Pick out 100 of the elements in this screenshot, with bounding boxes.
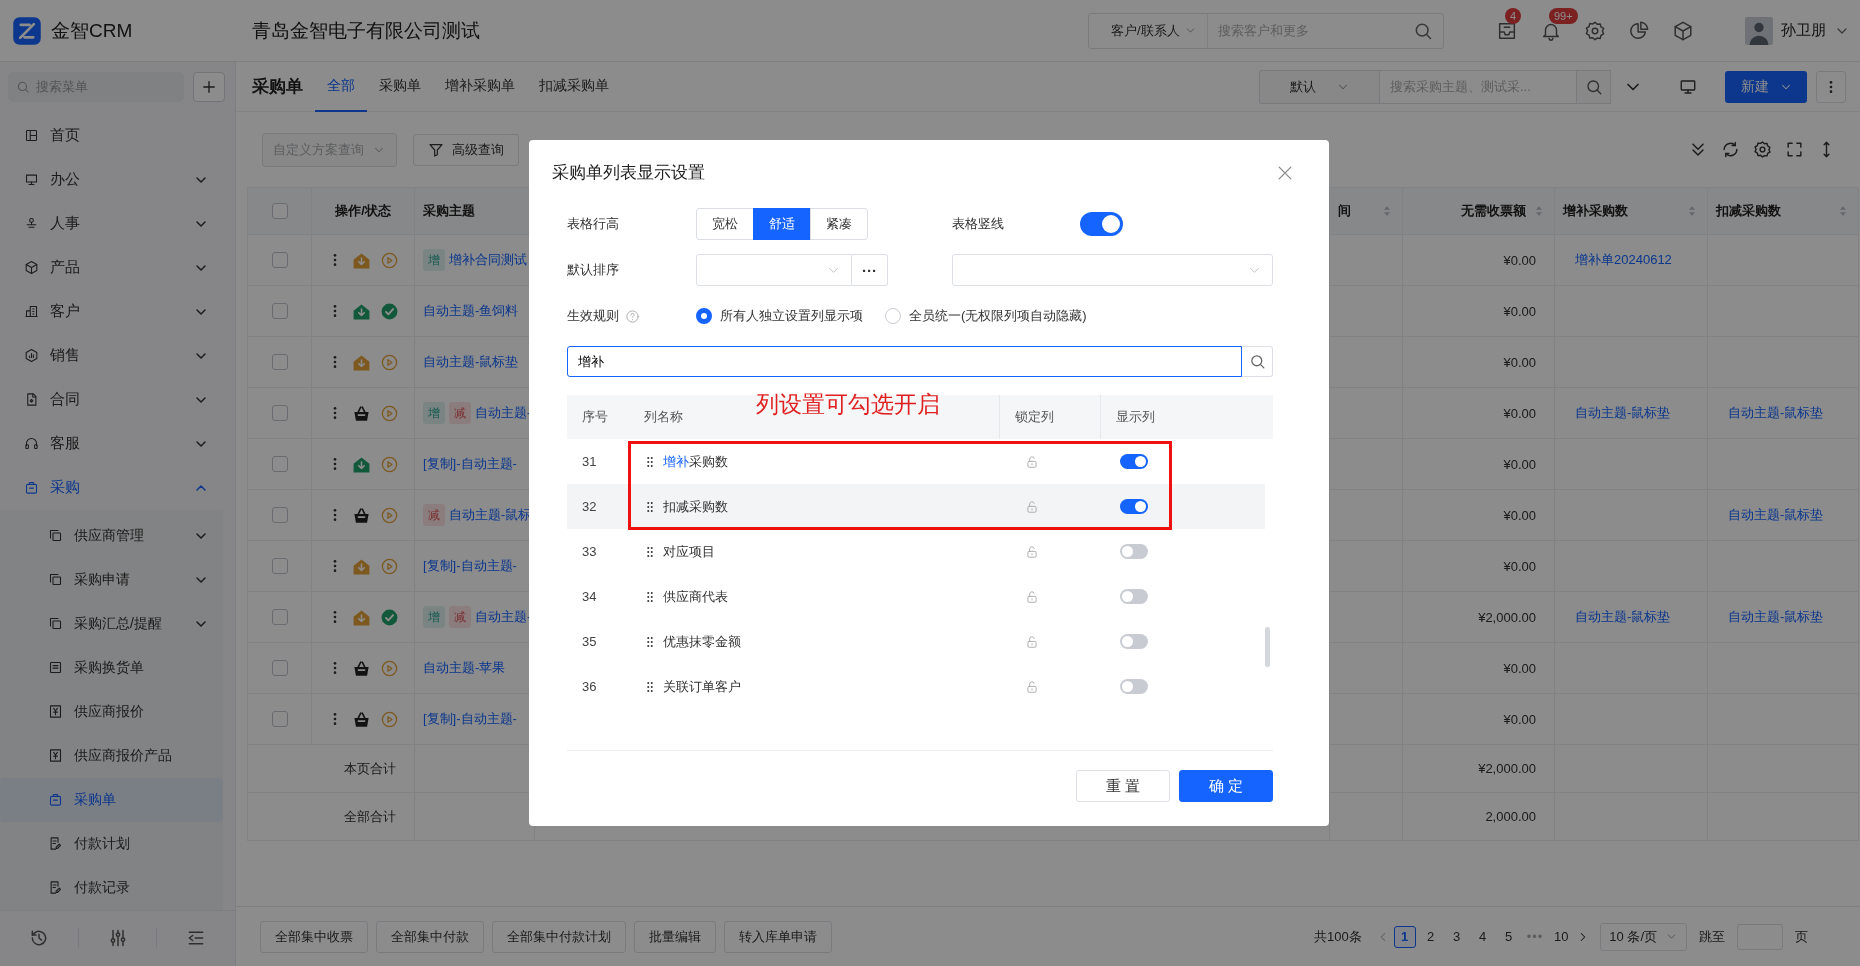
subject-link[interactable]: 自动主题- [475,608,532,626]
menu-item[interactable]: 销售 [0,333,235,378]
menu-item[interactable]: 人事 [0,201,235,246]
row-highlight[interactable]: 32 扣减采购数 [567,484,1265,529]
order-link[interactable]: 增补单20240612 [1575,251,1672,269]
subject-link[interactable]: 自动主题-苹果 [423,659,506,677]
checkbox[interactable] [271,609,288,625]
menu-item[interactable]: 供应商管理 [0,513,223,558]
radio-option[interactable]: 全员统一(无权限列项自动隐藏) [885,307,1087,325]
toggle-switch[interactable] [1120,544,1148,559]
checkbox[interactable] [271,507,288,523]
subject-link[interactable]: 自动主题-鼠标垫 [423,353,519,371]
column-header[interactable]: 间 [1330,188,1403,235]
toggle-switch[interactable] [1120,454,1148,469]
checkbox[interactable] [271,711,288,727]
settings-icon[interactable] [1584,19,1606,42]
search-button[interactable] [1577,69,1611,104]
bag-icon [24,480,39,496]
column-header[interactable]: 增补采购数 [1555,188,1708,235]
subject-link[interactable]: 自动主题- [475,404,532,422]
subject-link[interactable]: [复制]-自动主题- [423,710,517,728]
toggle-switch[interactable] [1120,634,1148,649]
toggle-switch[interactable] [1120,679,1148,694]
menu-item[interactable]: 采购申请 [0,557,223,602]
confirm-button[interactable]: 确 定 [1179,770,1273,802]
page-number[interactable]: 3 [1445,925,1468,948]
view-select[interactable]: 默认 [1259,69,1379,104]
order-link[interactable]: 自动主题-鼠标垫 [1575,404,1671,422]
checkbox[interactable] [271,303,288,319]
toggle-switch[interactable] [1120,499,1148,514]
advanced-search-button[interactable]: 高级查询 [413,133,519,166]
scrollbar[interactable] [1265,627,1270,667]
column-header[interactable]: 扣减采购数 [1708,188,1859,235]
menu-item[interactable]: 客户 [0,289,235,334]
segment-option[interactable]: 宽松 [696,208,754,240]
reset-button[interactable]: 重 置 [1076,770,1170,802]
more-button[interactable]: ··· [852,254,888,286]
column-header[interactable]: 无需收票额 [1403,188,1555,235]
menu-item[interactable]: 首页 [0,113,235,158]
checkbox[interactable] [271,558,288,574]
menu-item[interactable]: 合同 [0,377,235,422]
checkbox[interactable] [271,660,288,676]
checkbox[interactable] [271,252,288,268]
checkbox[interactable] [271,405,288,421]
tab[interactable]: 增补采购单 [433,61,527,112]
menu-item[interactable]: 产品 [0,245,235,290]
column-search-field[interactable]: 增补 [567,346,1242,377]
menu-item[interactable]: 客服 [0,421,235,466]
monitor-icon[interactable] [1679,77,1697,96]
action-button[interactable]: 全部集中付款 [376,920,484,953]
menu-item[interactable]: 供应商报价 [0,689,223,734]
radio-button[interactable] [696,308,712,324]
page-size-select[interactable]: 10 条/页 [1600,922,1687,951]
order-link[interactable]: 自动主题-鼠标垫 [1728,404,1824,422]
page-number[interactable]: 1 [1393,925,1416,948]
menu-item[interactable]: 采购单 [0,777,223,822]
pie-chart-icon[interactable] [1628,19,1650,42]
menu-item[interactable]: 采购 [0,465,235,510]
menu-item[interactable]: 付款计划 [0,821,223,866]
subject-link[interactable]: [复制]-自动主题- [423,455,517,473]
page-number[interactable]: 5 [1497,925,1520,948]
subject-link[interactable]: [复制]-自动主题- [423,557,517,575]
action-button[interactable]: 全部集中付款计划 [492,920,626,953]
checkbox[interactable] [271,203,288,219]
page-number[interactable]: 2 [1419,925,1442,948]
subject-link[interactable]: 增补合同测试 [449,251,527,269]
scope-select[interactable]: 客户/联系人 [1089,13,1208,48]
order-link[interactable]: 自动主题-鼠标垫 [1575,608,1671,626]
checkbox[interactable] [271,456,288,472]
action-button[interactable]: 全部集中收票 [260,920,368,953]
order-link[interactable]: 自动主题-鼠标垫 [1728,608,1824,626]
checkbox[interactable] [271,354,288,370]
fullscreen-icon[interactable] [1785,139,1804,159]
menu-item[interactable]: 采购汇总/提醒 [0,601,223,646]
toggle-switch[interactable] [1080,212,1123,236]
menu-item[interactable]: 供应商报价产品 [0,733,223,778]
settings-icon[interactable] [1753,139,1772,159]
search-button[interactable] [1242,346,1273,377]
cube-icon[interactable] [1672,19,1694,42]
segment-option[interactable]: 舒适 [753,208,811,240]
action-button[interactable]: 批量编辑 [634,920,716,953]
page-number[interactable]: 10 [1550,925,1573,948]
order-link[interactable]: 自动主题-鼠标垫 [1728,506,1824,524]
menu-item[interactable]: 办公 [0,157,235,202]
refresh-icon[interactable] [1721,139,1740,159]
tab[interactable]: 采购单 [367,61,433,112]
new-button[interactable]: 新建 [1725,70,1807,103]
subject-link[interactable]: 自动主题-鼠标 [449,506,532,524]
subject-link[interactable]: 自动主题-鱼饲料 [423,302,519,320]
tab[interactable]: 扣减采购单 [527,61,621,112]
user-name[interactable]: 孙卫朋 [1781,21,1826,40]
radio-option[interactable]: 所有人独立设置列显示项 [696,307,863,325]
tab[interactable]: 全部 [315,61,367,112]
menu-item[interactable]: 采购换货单 [0,645,223,690]
add-button[interactable] [193,71,225,102]
page-number[interactable]: 4 [1471,925,1494,948]
segment-option[interactable]: 紧凑 [810,208,868,240]
toggle-switch[interactable] [1120,589,1148,604]
action-button[interactable]: 转入库单申请 [724,920,832,953]
menu-item[interactable]: 付款记录 [0,865,223,910]
